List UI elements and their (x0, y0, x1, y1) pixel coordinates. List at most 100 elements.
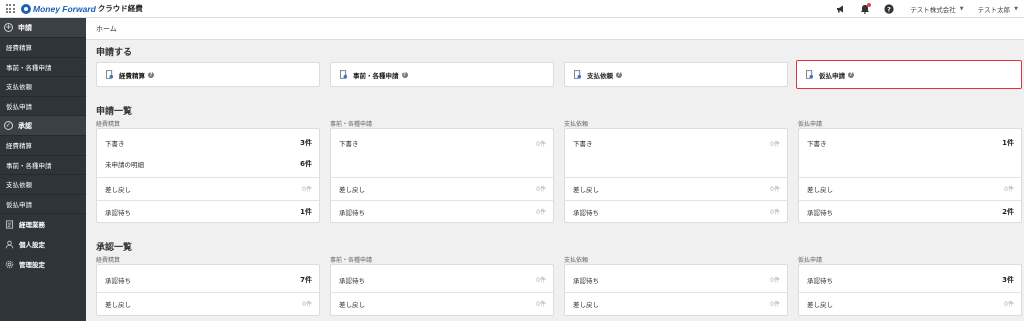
list-item[interactable]: 差し戻し 0件 (565, 177, 787, 199)
breadcrumb-home[interactable]: ホーム (96, 24, 117, 34)
list-item[interactable]: 差し戻し 0件 (331, 292, 553, 314)
logo[interactable]: Money Forward クラウド経費 (21, 3, 143, 14)
list-item[interactable]: 差し戻し 0件 (799, 292, 1021, 314)
sidebar-item-approve-advance-payment[interactable]: 仮払申請 (0, 195, 86, 214)
list-item[interactable]: 差し戻し 0件 (565, 292, 787, 314)
help-icon[interactable]: ? (616, 71, 622, 78)
row-count: 2件 (1002, 207, 1014, 216)
row-count: 0件 (770, 186, 780, 193)
svg-text:?: ? (887, 5, 891, 13)
sidebar-section-label: 承認 (18, 121, 32, 130)
row-count: 0件 (1004, 301, 1014, 308)
approval-box-expense: 承認待ち 7件 差し戻し 0件 (96, 264, 320, 316)
list-item[interactable]: 承認待ち 7件 (97, 269, 319, 290)
user-icon (4, 239, 14, 249)
sidebar-item-approve-payment-request[interactable]: 支払依頼 (0, 175, 86, 195)
user-dropdown[interactable]: テスト太郎 ▼ (978, 4, 1018, 14)
sidebar-item-advance-payment[interactable]: 仮払申請 (0, 97, 86, 116)
approval-box-payment-request: 承認待ち 0件 差し戻し 0件 (564, 264, 788, 316)
check-circle-icon: ✓ (4, 121, 13, 130)
apply-card-expense[interactable]: 経費精算 ? (96, 62, 320, 87)
row-label: 下書き (105, 140, 125, 148)
column-label: 経費精算 (96, 121, 121, 128)
row-label: 差し戻し (105, 300, 131, 309)
company-dropdown[interactable]: テスト株式会社 ▼ (910, 4, 963, 14)
row-count: 0件 (536, 140, 546, 148)
help-icon[interactable]: ? (401, 71, 408, 78)
row-label: 差し戻し (807, 185, 833, 194)
document-list-icon (4, 219, 14, 229)
sidebar-item-approve-pre-application[interactable]: 事前・各種申請 (0, 156, 86, 175)
notification-badge (867, 3, 872, 7)
list-item[interactable]: 承認待ち 0件 (331, 269, 553, 290)
row-label: 差し戻し (573, 300, 599, 309)
list-item[interactable]: 承認待ち 0件 (331, 200, 553, 222)
list-item[interactable]: 未申請の明細 6件 (97, 154, 319, 174)
sidebar-item-personal-settings[interactable]: 個人設定 (0, 234, 86, 254)
apply-card-payment-request[interactable]: 支払依頼 ? (564, 62, 788, 87)
row-label: 下書き (339, 140, 359, 148)
list-item[interactable]: 承認待ち 0件 (565, 200, 787, 222)
sidebar-section-approve[interactable]: ✓ 承認 (0, 116, 86, 136)
approval-box-advance-payment: 承認待ち 3件 差し戻し 0件 (798, 264, 1022, 316)
list-item[interactable]: 承認待ち 0件 (565, 269, 787, 290)
row-label: 承認待ち (105, 276, 131, 285)
row-label: 承認待ち (339, 208, 365, 217)
megaphone-icon[interactable] (834, 2, 848, 16)
list-item[interactable]: 承認待ち 3件 (799, 269, 1021, 290)
row-count: 0件 (536, 277, 546, 284)
chevron-down-icon: ▼ (1014, 6, 1018, 12)
list-item[interactable]: 下書き 1件 (799, 133, 1021, 153)
row-count: 0件 (770, 140, 780, 148)
approval-list-title: 承認一覧 (96, 243, 133, 253)
list-item[interactable]: 承認待ち 1件 (97, 200, 319, 222)
list-item[interactable]: 下書き 0件 (331, 133, 553, 153)
help-icon[interactable]: ? (848, 71, 854, 78)
row-label: 承認待ち (105, 208, 131, 217)
column-label: 仮払申請 (798, 257, 823, 264)
sidebar-section-apply[interactable]: + 申請 (0, 18, 86, 38)
apps-grid-icon[interactable] (2, 0, 18, 18)
application-box-expense: 下書き 3件 未申請の明細 6件 差し戻し 0件 承認待ち 1件 (96, 128, 320, 223)
row-count: 0件 (1004, 186, 1014, 193)
gear-icon (4, 259, 14, 269)
sidebar-item-admin-settings[interactable]: 管理設定 (0, 254, 86, 274)
application-box-advance-payment: 下書き 1件 差し戻し 0件 承認待ち 2件 (798, 128, 1022, 223)
sidebar: + 申請 経費精算 事前・各種申請 支払依頼 仮払申請 ✓ 承認 経費精算 事前… (0, 18, 86, 321)
apply-card-pre-application[interactable]: 事前・各種申請 ? (330, 62, 554, 87)
column-label: 支払依頼 (564, 121, 589, 128)
row-count: 0件 (770, 209, 780, 216)
column-label: 事前・各種申請 (330, 257, 373, 264)
apply-card-advance-payment[interactable]: 仮払申請 ? (796, 60, 1022, 89)
sidebar-section-label: 申請 (18, 23, 32, 32)
sidebar-item-expense[interactable]: 経費精算 (0, 38, 86, 58)
sidebar-item-approve-expense[interactable]: 経費精算 (0, 136, 86, 156)
sidebar-item-payment-request[interactable]: 支払依頼 (0, 77, 86, 97)
list-item[interactable]: 差し戻し 0件 (97, 177, 319, 199)
help-icon[interactable]: ? (148, 71, 154, 78)
list-item[interactable]: 差し戻し 0件 (331, 177, 553, 199)
row-count: 1件 (300, 207, 312, 216)
row-count: 1件 (1002, 139, 1014, 147)
row-label: 承認待ち (339, 276, 365, 285)
row-count: 0件 (536, 209, 546, 216)
column-label: 仮払申請 (798, 121, 823, 128)
list-item[interactable]: 下書き 3件 (97, 133, 319, 153)
list-item[interactable]: 承認待ち 2件 (799, 200, 1021, 222)
company-name: テスト株式会社 (910, 6, 956, 14)
apply-card-label: 経費精算 (119, 71, 145, 80)
list-item[interactable]: 差し戻し 0件 (97, 292, 319, 314)
row-label: 差し戻し (339, 185, 365, 194)
row-count: 0件 (536, 186, 546, 193)
sidebar-item-accounting[interactable]: 経理業務 (0, 214, 86, 234)
question-icon[interactable]: ? (882, 2, 896, 16)
bell-icon[interactable] (858, 2, 872, 16)
row-count: 0件 (302, 186, 312, 193)
plus-circle-icon: + (4, 23, 13, 32)
apply-card-label: 仮払申請 (819, 71, 845, 80)
list-item[interactable]: 下書き 0件 (565, 133, 787, 153)
row-label: 承認待ち (807, 276, 833, 285)
sidebar-item-pre-application[interactable]: 事前・各種申請 (0, 58, 86, 77)
list-item[interactable]: 差し戻し 0件 (799, 177, 1021, 199)
brand-name: Money Forward (33, 3, 96, 14)
